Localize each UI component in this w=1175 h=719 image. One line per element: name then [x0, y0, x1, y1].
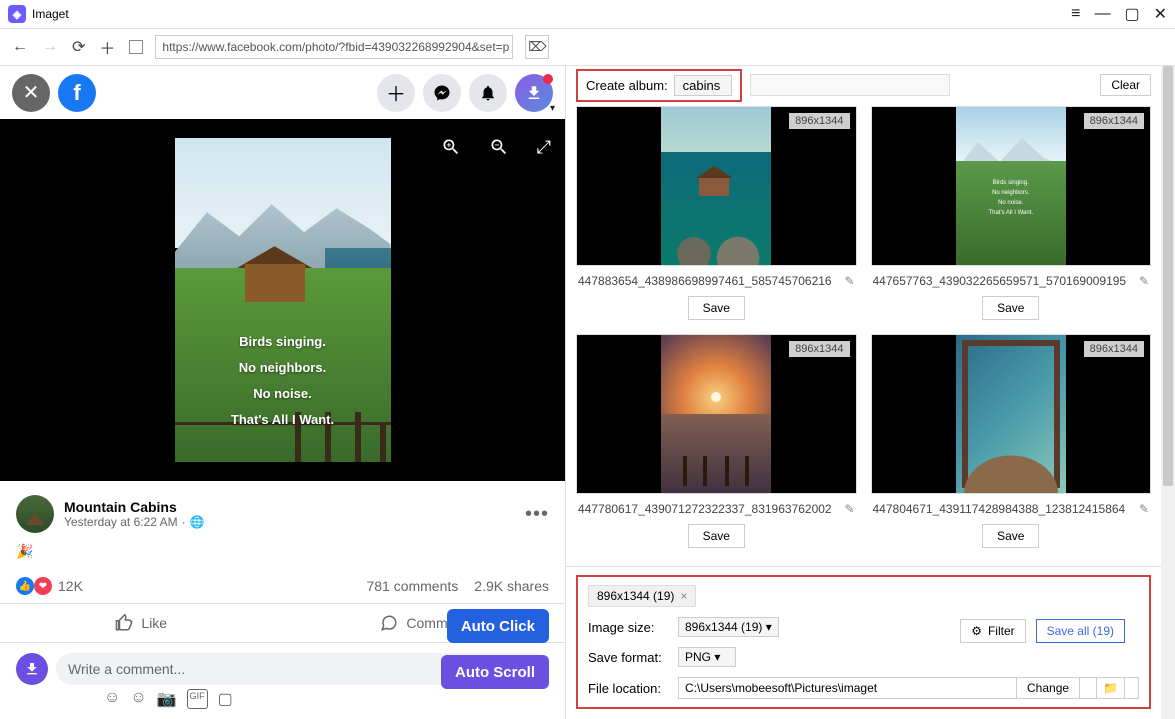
image-card: 896x1344 447883654_438986698997461_58574… [576, 106, 857, 328]
edit-icon[interactable]: ✎ [844, 502, 854, 516]
camera-icon[interactable]: 📷 [157, 689, 177, 709]
embedded-page: ✕ f ＋ ▾ [0, 66, 566, 719]
album-extra-input[interactable] [750, 74, 950, 96]
filename: 447804671_439117428984388_123812415864 [873, 502, 1133, 516]
overlay-text-3: No noise. [175, 386, 391, 401]
celebrate-icon: 🎉 [16, 543, 33, 559]
like-button[interactable]: Like [0, 604, 283, 642]
my-avatar[interactable] [16, 653, 48, 685]
filename: 447883654_438986698997461_585745706216 [578, 274, 838, 288]
create-album-box: Create album: cabins [576, 69, 742, 102]
app-title: Imaget [32, 7, 69, 21]
avatar-sticker-icon[interactable]: ☺ [104, 689, 120, 709]
public-icon: 🌐 [190, 515, 205, 529]
image-size-select[interactable]: 896x1344 (19) ▾ [678, 617, 779, 637]
thumbnail[interactable]: 896x1344 [871, 334, 1152, 494]
save-all-button[interactable]: Save all (19) [1036, 619, 1125, 643]
zoom-out-icon[interactable] [489, 137, 509, 162]
post-timestamp: Yesterday at 6:22 AM · 🌐 [64, 515, 205, 529]
photo-viewer: ⤢ Birds singing. No neighbors. No noise.… [0, 119, 565, 481]
new-tab-icon[interactable]: ＋ [99, 35, 115, 59]
open-folder-icon[interactable]: 📁 [1096, 677, 1125, 699]
thumbnail[interactable]: Birds singing.No neighbors.No noise.That… [871, 106, 1152, 266]
filename: 447657763_439032265659571_570169009195 [873, 274, 1133, 288]
save-button[interactable]: Save [982, 524, 1039, 548]
gif-icon[interactable]: GIF [187, 689, 208, 709]
thumbnail[interactable]: 896x1344 [576, 334, 857, 494]
tag-icon[interactable]: ⌦ [525, 35, 549, 59]
filename: 447780617_439071272322337_831963762002 [578, 502, 838, 516]
minimize-icon[interactable]: — [1094, 5, 1110, 23]
size-filter-chip[interactable]: 896x1344 (19)× [588, 585, 696, 607]
fb-messenger-icon[interactable] [423, 74, 461, 112]
album-name-input[interactable]: cabins [674, 75, 732, 96]
thumbnail[interactable]: 896x1344 [576, 106, 857, 266]
zoom-in-icon[interactable] [441, 137, 461, 162]
overlay-text-2: No neighbors. [175, 360, 391, 375]
shares-count[interactable]: 2.9K shares [474, 578, 549, 594]
fb-notifications-icon[interactable] [469, 74, 507, 112]
edit-icon[interactable]: ✎ [1139, 502, 1149, 516]
overlay-text-4: That's All I Want. [175, 412, 391, 427]
image-size-label: Image size: [588, 620, 678, 635]
image-card: 896x1344 447804671_439117428984388_12381… [871, 334, 1152, 556]
edit-icon[interactable]: ✎ [1139, 274, 1149, 288]
save-button[interactable]: Save [688, 524, 745, 548]
reload-icon[interactable]: ⟳ [72, 37, 85, 57]
browser-navbar: ← → ⟳ ＋ https://www.facebook.com/photo/?… [0, 28, 1175, 66]
emoji-icon[interactable]: ☺ [130, 689, 146, 709]
create-album-label: Create album: [586, 78, 668, 93]
dimension-badge: 896x1344 [1084, 341, 1144, 357]
save-format-select[interactable]: PNG ▾ [678, 647, 736, 667]
titlebar: ◈ Imaget ≡ — ▢ ✕ [0, 0, 1175, 28]
back-icon[interactable]: ← [12, 38, 28, 56]
url-input[interactable]: https://www.facebook.com/photo/?fbid=439… [155, 35, 513, 59]
edit-icon[interactable]: ✎ [844, 274, 854, 288]
maximize-icon[interactable]: ▢ [1124, 4, 1139, 24]
dimension-badge: 896x1344 [789, 113, 849, 129]
page-name[interactable]: Mountain Cabins [64, 499, 205, 515]
scrollbar[interactable] [1161, 66, 1175, 719]
close-icon[interactable]: ✕ [1154, 4, 1167, 24]
likes-count[interactable]: 👍 ❤ 12K [16, 577, 83, 595]
post-more-icon[interactable]: ••• [525, 503, 549, 526]
fb-account-icon[interactable]: ▾ [515, 74, 553, 112]
sticker-icon[interactable]: ▢ [218, 689, 233, 709]
image-card: Birds singing.No neighbors.No noise.That… [871, 106, 1152, 328]
fb-close-icon[interactable]: ✕ [12, 74, 50, 112]
filter-button[interactable]: ⚙Filter [960, 619, 1025, 643]
page-icon[interactable] [129, 40, 143, 54]
comments-count[interactable]: 781 comments [366, 578, 458, 594]
chip-remove-icon[interactable]: × [680, 589, 687, 603]
dimension-badge: 896x1344 [1084, 113, 1144, 129]
app-logo: ◈ [8, 5, 26, 23]
fb-header: ✕ f ＋ ▾ [0, 66, 565, 119]
change-location-button[interactable]: Change [1016, 677, 1080, 699]
fullscreen-icon[interactable]: ⤢ [537, 137, 551, 162]
save-button[interactable]: Save [982, 296, 1039, 320]
sliders-icon: ⚙ [971, 624, 982, 638]
clear-button[interactable]: Clear [1100, 74, 1151, 96]
save-button[interactable]: Save [688, 296, 745, 320]
file-location-label: File location: [588, 681, 678, 696]
auto-click-button[interactable]: Auto Click [447, 609, 549, 643]
hamburger-icon[interactable]: ≡ [1071, 5, 1080, 23]
auto-scroll-button[interactable]: Auto Scroll [441, 655, 549, 689]
main-photo[interactable]: Birds singing. No neighbors. No noise. T… [175, 138, 391, 462]
save-format-label: Save format: [588, 650, 678, 665]
page-avatar[interactable] [16, 495, 54, 533]
forward-icon: → [42, 38, 58, 56]
image-card: 896x1344 447780617_439071272322337_83196… [576, 334, 857, 556]
overlay-text-1: Birds singing. [175, 334, 391, 349]
download-panel: Create album: cabins Clear 896x1344 4478… [566, 66, 1161, 719]
fb-create-icon[interactable]: ＋ [377, 74, 415, 112]
dimension-badge: 896x1344 [789, 341, 849, 357]
fb-logo-icon[interactable]: f [58, 74, 96, 112]
